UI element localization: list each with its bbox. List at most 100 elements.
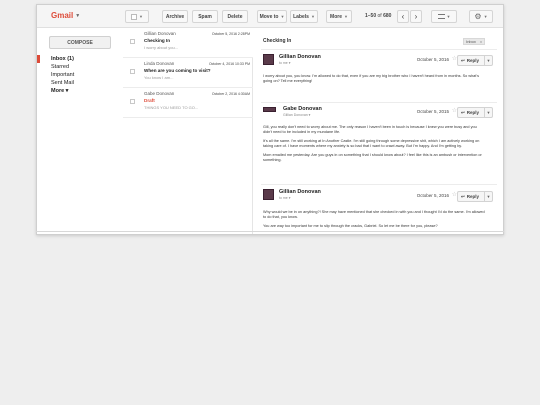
reply-arrow-icon: ↩ xyxy=(461,57,465,63)
reply-label: Reply xyxy=(466,110,480,115)
chevron-down-icon[interactable]: ▼ xyxy=(484,192,492,201)
list-item[interactable]: Gabe Donovan October 2, 2016 4:30AM Draf… xyxy=(123,88,253,118)
row-sender: Gabe Donovan xyxy=(144,91,175,96)
pager-range: 1–50 xyxy=(365,13,377,19)
nav-item-inbox[interactable]: Inbox (1) xyxy=(37,55,123,63)
message-paragraph: It's all the same. I'm still working at … xyxy=(263,139,480,148)
label-chip[interactable]: Inbox x xyxy=(463,38,485,45)
chevron-down-icon: ▼ xyxy=(75,12,81,19)
list-item[interactable]: Gillian Donovan October 5, 2016 2:28PM C… xyxy=(123,28,253,58)
more-button[interactable]: More ▼ xyxy=(326,10,352,23)
reply-button[interactable]: ↩ Reply ▼ xyxy=(457,55,493,66)
move-to-button[interactable]: Move to ▼ xyxy=(257,10,287,23)
thread-message: Gabe Donovan Gillian Donovan ▾ October 5… xyxy=(261,102,497,188)
chevron-down-icon[interactable]: ▼ xyxy=(484,56,492,65)
labels-label: Labels xyxy=(293,13,309,20)
reply-arrow-icon: ↩ xyxy=(461,193,465,199)
spam-button[interactable]: Spam xyxy=(192,10,218,23)
message-body: Gill, you really don't need to worry abo… xyxy=(263,125,485,163)
message-list: Gillian Donovan October 5, 2016 2:28PM C… xyxy=(123,28,253,234)
compose-button[interactable]: COMPOSE xyxy=(49,36,111,49)
split-pane-icon xyxy=(437,14,445,19)
nav-item-more[interactable]: More ▾ xyxy=(37,87,123,95)
chevron-down-icon: ▼ xyxy=(280,14,285,19)
close-icon[interactable]: x xyxy=(480,39,482,44)
labels-button[interactable]: Labels ▼ xyxy=(290,10,318,23)
row-sender: Gillian Donovan xyxy=(144,31,176,36)
checkbox-icon xyxy=(131,13,138,20)
nav-item-sent-mail[interactable]: Sent Mail xyxy=(37,79,123,87)
message-paragraph: Why would we be in on anything?! She may… xyxy=(263,210,485,219)
row-subject: When are you coming to visit? xyxy=(144,68,211,73)
view-toggle-button[interactable]: ▼ xyxy=(431,10,457,23)
avatar xyxy=(263,54,274,65)
compose-label: COMPOSE xyxy=(67,39,93,46)
reply-button[interactable]: ↩ Reply ▼ xyxy=(457,191,493,202)
spam-label: Spam xyxy=(198,13,212,20)
thread-message: Gillian Donovan to me ▾ October 5, 2016 … xyxy=(261,184,497,234)
row-checkbox[interactable] xyxy=(130,99,135,104)
nav-item-important[interactable]: Important xyxy=(37,71,123,79)
settings-button[interactable]: ⚙ ▼ xyxy=(469,10,493,23)
chevron-left-icon: ‹ xyxy=(401,12,405,21)
message-date: October 5, 2016 xyxy=(416,193,449,198)
archive-label: Archive xyxy=(165,13,185,20)
row-subject: Checking In xyxy=(144,38,171,43)
message-sender: Gabe Donovan xyxy=(283,106,322,112)
more-label: More xyxy=(330,13,342,20)
message-recipient[interactable]: to me ▾ xyxy=(279,196,290,200)
reading-pane: Checking In Inbox x Gillian Donovan to m… xyxy=(253,28,503,234)
message-paragraph: Mom emailed me yesterday. Are you guys i… xyxy=(263,153,482,162)
reply-label: Reply xyxy=(466,194,480,199)
select-all-checkbox[interactable]: ▼ xyxy=(125,10,149,23)
message-date: October 5, 2016 xyxy=(416,57,449,62)
row-checkbox[interactable] xyxy=(130,69,135,74)
chevron-down-icon: ▼ xyxy=(139,14,143,19)
chevron-down-icon: ▼ xyxy=(446,14,451,19)
message-paragraph: You are way too important for me to slip… xyxy=(263,224,438,228)
nav-item-starred[interactable]: Starred xyxy=(37,63,123,71)
row-date: October 2, 2016 4:30AM xyxy=(211,92,250,96)
row-date: October 5, 2016 2:28PM xyxy=(211,32,250,36)
pager-text: 1–50 of 680 xyxy=(365,13,391,19)
toolbar: Gmail ▼ ▼ Archive Spam Delete Move to ▼ … xyxy=(37,5,503,28)
message-sender: Gillian Donovan xyxy=(279,54,321,60)
row-checkbox[interactable] xyxy=(130,39,135,44)
left-nav: COMPOSE Inbox (1) Starred Important Sent… xyxy=(37,28,123,234)
message-paragraph: I worry about you, you know. I'm allowed… xyxy=(263,74,479,83)
chevron-down-icon: ▼ xyxy=(343,14,348,19)
prev-page-button[interactable]: ‹ xyxy=(397,10,409,23)
window-shadow-line xyxy=(36,231,504,232)
thread-message: Gillian Donovan to me ▾ October 5, 2016 … xyxy=(261,49,497,104)
thread-subject: Checking In xyxy=(263,38,292,44)
next-page-button[interactable]: › xyxy=(410,10,422,23)
message-date: October 5, 2015 xyxy=(416,109,449,114)
archive-button[interactable]: Archive xyxy=(162,10,188,23)
row-subject: Draft xyxy=(144,98,155,103)
avatar xyxy=(263,107,276,112)
gear-icon: ⚙ xyxy=(474,12,482,21)
chevron-down-icon: ▼ xyxy=(310,14,315,19)
row-snippet: You know I am... xyxy=(144,75,174,80)
reply-label: Reply xyxy=(466,58,480,63)
reply-button[interactable]: ↩ Reply ▼ xyxy=(457,107,493,118)
pager-total: 680 xyxy=(383,13,392,19)
row-sender: Linda Donovan xyxy=(144,61,175,66)
message-body: I worry about you, you know. I'm allowed… xyxy=(263,74,485,84)
row-snippet: THINGS YOU NEED TO GO... xyxy=(144,105,199,110)
chevron-down-icon[interactable]: ▼ xyxy=(484,108,492,117)
list-item[interactable]: Linda Donovan October 4, 2016 10:33 PM W… xyxy=(123,58,253,88)
message-recipient[interactable]: to me ▾ xyxy=(279,61,290,65)
brand-name: Gmail xyxy=(51,11,74,20)
avatar xyxy=(263,189,274,200)
gmail-logo[interactable]: Gmail ▼ xyxy=(51,11,80,20)
delete-button[interactable]: Delete xyxy=(222,10,248,23)
row-date: October 4, 2016 10:33 PM xyxy=(208,62,250,66)
message-recipient[interactable]: Gillian Donovan ▾ xyxy=(283,113,310,117)
gmail-window: Gmail ▼ ▼ Archive Spam Delete Move to ▼ … xyxy=(36,4,504,235)
delete-label: Delete xyxy=(227,13,243,20)
chevron-right-icon: › xyxy=(414,12,418,21)
message-body: Why would we be in on anything?! She may… xyxy=(263,210,485,229)
pager-of: of xyxy=(377,13,382,19)
message-sender: Gillian Donovan xyxy=(279,189,321,195)
